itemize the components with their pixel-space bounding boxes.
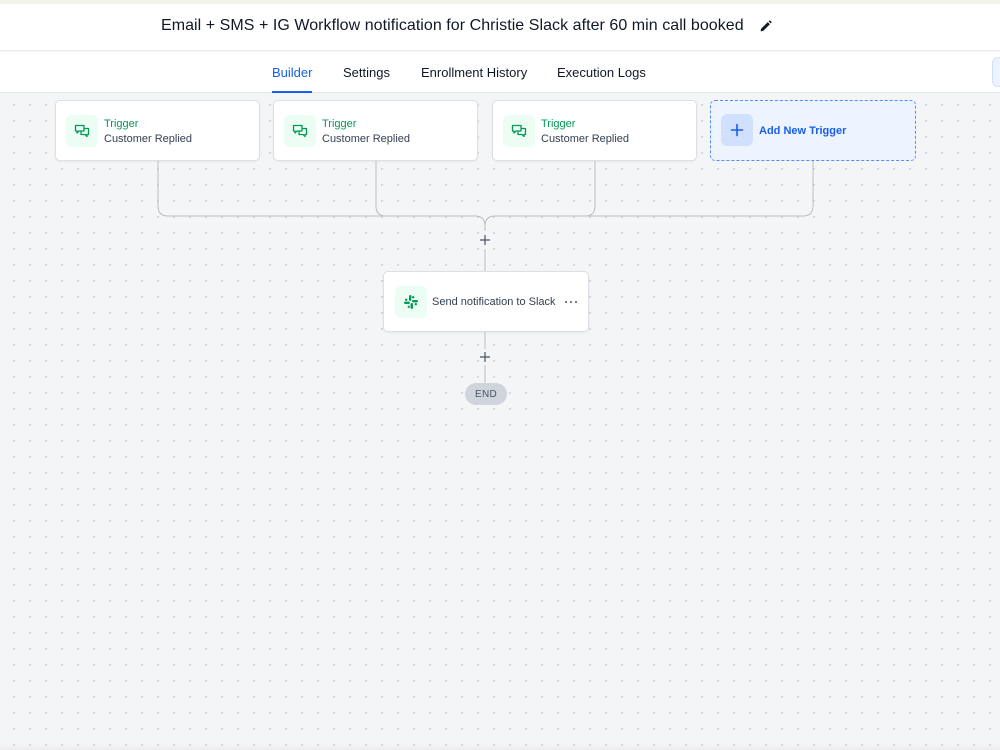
trigger-card[interactable]: Trigger Customer Replied: [273, 100, 478, 161]
title-row: Email + SMS + IG Workflow notification f…: [161, 17, 774, 35]
plus-icon: [480, 352, 490, 362]
trigger-icon-box: [66, 115, 98, 147]
workflow-title: Email + SMS + IG Workflow notification f…: [161, 17, 744, 34]
chat-bubbles-icon: [511, 124, 527, 138]
flow-connectors: [157, 161, 814, 383]
slack-icon: [404, 295, 418, 309]
trigger-card[interactable]: Trigger Customer Replied: [55, 100, 260, 161]
workflow-header: Email + SMS + IG Workflow notification f…: [0, 4, 1000, 51]
tab-settings[interactable]: Settings: [343, 52, 390, 93]
end-node: END: [465, 383, 507, 405]
trigger-card[interactable]: Trigger Customer Replied: [492, 100, 697, 161]
more-horizontal-icon: [564, 300, 578, 304]
workflow-tabs: Builder Settings Enrollment History Exec…: [0, 52, 1000, 93]
tab-enrollment-history[interactable]: Enrollment History: [421, 52, 527, 93]
trigger-type-label: Trigger: [541, 118, 576, 130]
trigger-type-label: Trigger: [322, 118, 357, 130]
trigger-icon-box: [284, 115, 316, 147]
tab-builder[interactable]: Builder: [272, 52, 313, 93]
chat-bubbles-icon: [292, 124, 308, 138]
chat-bubbles-icon: [74, 124, 90, 138]
edit-title-button[interactable]: [758, 18, 774, 34]
workflow-canvas[interactable]: Trigger Customer Replied Trigger Custome…: [0, 93, 1000, 750]
action-card-slack[interactable]: Send notification to Slack: [383, 271, 589, 332]
trigger-icon-box: [503, 115, 535, 147]
trigger-type-label: Trigger: [104, 118, 139, 130]
add-step-button[interactable]: [477, 232, 493, 248]
canvas-bottom-shade: [0, 744, 1000, 750]
add-trigger-label: Add New Trigger: [759, 125, 847, 137]
add-new-trigger-button[interactable]: Add New Trigger: [710, 100, 916, 161]
tab-execution-logs[interactable]: Execution Logs: [557, 52, 646, 93]
pencil-icon: [760, 19, 772, 31]
action-label: Send notification to Slack: [432, 296, 556, 308]
header-right-button-partial[interactable]: [992, 57, 1000, 87]
plus-icon: [730, 123, 744, 137]
add-step-button[interactable]: [477, 349, 493, 365]
trigger-event-label: Customer Replied: [322, 133, 411, 145]
action-menu-button[interactable]: [562, 294, 580, 310]
action-icon-box: [395, 286, 427, 318]
trigger-event-label: Customer Replied: [541, 133, 630, 145]
plus-icon: [480, 235, 490, 245]
add-trigger-icon-box: [721, 114, 753, 146]
trigger-event-label: Customer Replied: [104, 133, 193, 145]
